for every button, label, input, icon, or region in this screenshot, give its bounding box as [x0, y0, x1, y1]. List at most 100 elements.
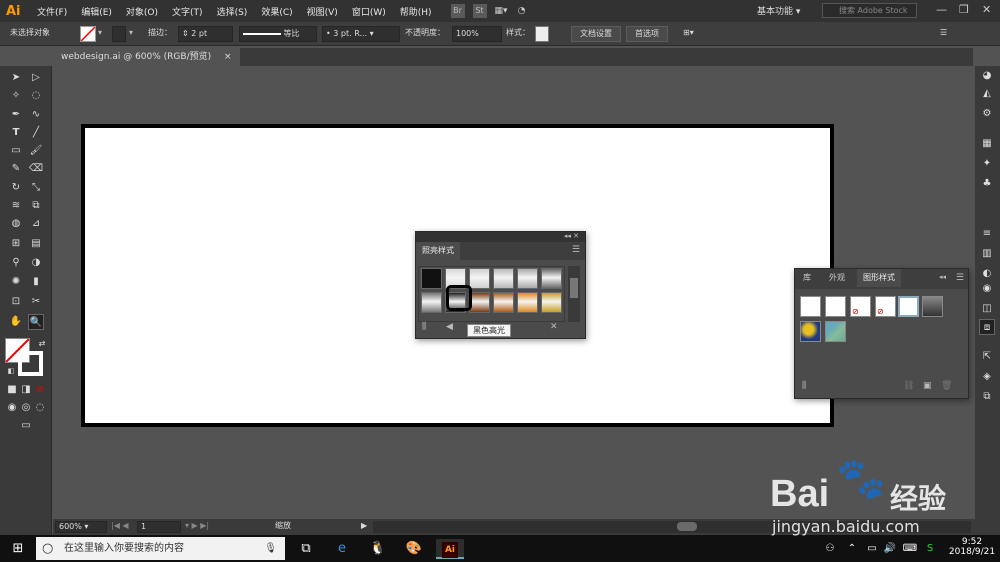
color-guide-icon[interactable]: ◭ — [979, 86, 995, 102]
clock[interactable]: 9:52 2018/9/21 — [948, 537, 996, 557]
pen-tool-icon[interactable]: ✒ — [8, 107, 24, 123]
paint-icon[interactable]: 🎨 — [404, 539, 424, 559]
arrange-documents-icon[interactable]: ▦▾ — [495, 6, 508, 16]
hand-tool-icon[interactable]: ✋ — [8, 314, 24, 330]
windows-start-icon[interactable]: ⊞ — [8, 539, 28, 559]
align-options-icon[interactable]: ⊞▾ — [683, 26, 694, 42]
new-style-icon[interactable]: ▣ — [923, 381, 932, 391]
free-transform-tool-icon[interactable]: ⧉ — [28, 198, 44, 214]
tab-appearance[interactable]: 外观 — [823, 269, 851, 287]
menu-help[interactable]: 帮助(H) — [393, 5, 439, 18]
brushes-icon[interactable]: ✦ — [979, 156, 995, 172]
selection-tool-icon[interactable]: ➤ — [8, 70, 24, 86]
rectangle-tool-icon[interactable]: ▭ — [8, 143, 24, 159]
stroke-color-box[interactable] — [18, 351, 43, 376]
bridge-button[interactable]: Br — [450, 4, 465, 18]
close-icon[interactable]: ✕ — [982, 3, 991, 16]
direct-selection-tool-icon[interactable]: ▷ — [28, 70, 44, 86]
mesh-tool-icon[interactable]: ⊞ — [8, 236, 24, 252]
paintbrush-tool-icon[interactable]: 🖌 — [28, 143, 44, 159]
style-basic[interactable] — [825, 296, 846, 317]
shaper-tool-icon[interactable]: ✎ — [8, 161, 24, 177]
graphic-styles-icon[interactable]: ◫ — [979, 301, 995, 317]
microphone-icon[interactable]: 🎙 — [264, 537, 277, 560]
status-menu-icon[interactable]: ▶ — [361, 521, 367, 533]
stock-button[interactable]: St — [472, 4, 487, 18]
style-dark-gradient[interactable] — [922, 296, 943, 317]
transparency-icon[interactable]: ◐ — [979, 266, 995, 282]
line-tool-icon[interactable]: ╱ — [28, 125, 44, 141]
gradient-tool-icon[interactable]: ▤ — [28, 236, 44, 252]
scale-tool-icon[interactable]: ⤡ — [28, 180, 44, 196]
lighting-style-swatch[interactable] — [469, 292, 490, 313]
lighting-style-swatch[interactable] — [517, 268, 538, 289]
minimize-icon[interactable]: — — [936, 3, 947, 16]
menu-type[interactable]: 文字(T) — [165, 5, 210, 18]
library-menu-icon[interactable]: ⫼ — [422, 322, 426, 332]
magic-wand-tool-icon[interactable]: ✧ — [8, 88, 24, 104]
tab-libraries[interactable]: 库 — [797, 269, 817, 287]
color-panel-icon[interactable]: ◕ — [979, 68, 995, 84]
lasso-tool-icon[interactable]: ◌ — [28, 88, 44, 104]
stroke-panel-icon[interactable]: ≡ — [979, 226, 995, 242]
gradient-panel-icon[interactable]: ▥ — [979, 246, 995, 262]
shape-builder-tool-icon[interactable]: ◍ — [8, 216, 24, 232]
style-no-stroke-1[interactable]: ⊘ — [850, 296, 871, 317]
delete-style-icon[interactable]: 🗑 — [941, 381, 952, 391]
lighting-style-swatch[interactable] — [493, 292, 514, 313]
perspective-grid-tool-icon[interactable]: ⊿ — [28, 216, 44, 232]
document-setup-button[interactable]: 文档设置 — [571, 26, 621, 42]
artboards-icon[interactable]: ⧉ — [979, 389, 995, 405]
lighting-style-swatch[interactable] — [493, 268, 514, 289]
zoom-tool-icon[interactable]: 🔍 — [28, 314, 44, 330]
people-icon[interactable]: ⚇ — [820, 539, 840, 559]
stroke-weight-field[interactable]: ⇕ 2 pt — [178, 26, 233, 42]
menu-effect[interactable]: 效果(C) — [254, 5, 299, 18]
task-view-icon[interactable]: ⧉ — [296, 539, 316, 559]
menu-object[interactable]: 对象(O) — [119, 5, 165, 18]
menu-file[interactable]: 文件(F) — [30, 5, 74, 18]
artboard-tool-icon[interactable]: ⊡ — [8, 294, 24, 310]
symbol-sprayer-tool-icon[interactable]: ✺ — [8, 274, 24, 290]
layers-icon[interactable]: ◈ — [979, 369, 995, 385]
taskbar-search-input[interactable]: ○ 在这里输入你要搜索的内容 🎙 — [36, 537, 285, 560]
draw-inside-icon[interactable]: ◌ — [32, 400, 48, 416]
tab-graphic-styles[interactable]: 图形样式 — [857, 269, 901, 287]
export-icon[interactable]: ⇱ — [979, 349, 995, 365]
collapse-icon[interactable]: ◂◂ — [939, 273, 946, 281]
stroke-swatch[interactable] — [112, 26, 126, 42]
document-tab[interactable]: webdesign.ai @ 600% (RGB/预览) × — [53, 48, 240, 66]
none-mode-icon[interactable]: ⊘ — [32, 382, 48, 398]
default-colors-icon[interactable]: ◧ — [3, 363, 19, 379]
rotate-tool-icon[interactable]: ↻ — [8, 180, 24, 196]
type-tool-icon[interactable]: T — [8, 125, 24, 141]
scrollbar-thumb[interactable] — [677, 522, 697, 531]
workspace-switcher[interactable]: 基本功能 ▾ — [757, 4, 800, 17]
lighting-style-swatch[interactable] — [517, 292, 538, 313]
panel-menu-icon[interactable]: ☰ — [572, 245, 580, 255]
lighting-style-swatch[interactable] — [541, 268, 562, 289]
input-method-icon[interactable]: S — [920, 539, 940, 559]
fill-swatch[interactable] — [80, 26, 96, 42]
artboard-number[interactable]: 1 — [137, 521, 181, 533]
preferences-button[interactable]: 首选项 — [626, 26, 668, 42]
tab-lighting-styles[interactable]: 照亮样式 — [416, 242, 460, 260]
style-teal-pattern[interactable] — [825, 321, 846, 342]
first-artboard-icon[interactable]: |◀ ◀ — [111, 521, 129, 533]
lighting-style-swatch[interactable] — [541, 292, 562, 313]
graphic-styles-library-icon[interactable]: ⫼ — [802, 381, 806, 391]
collapse-close-icon[interactable]: ◂◂ ✕ — [564, 232, 579, 240]
network-icon[interactable]: ▭ — [862, 539, 882, 559]
cc-libraries-icon[interactable]: ⚙ — [979, 106, 995, 122]
column-graph-tool-icon[interactable]: ▮ — [28, 274, 44, 290]
panel-scrollbar[interactable] — [568, 266, 580, 322]
brush-definition[interactable]: • 3 pt. R... ▾ — [322, 26, 400, 42]
lighting-style-swatch[interactable] — [421, 268, 442, 289]
maximize-icon[interactable]: ❐ — [959, 3, 969, 16]
screen-mode-icon[interactable]: ▭ — [18, 418, 34, 434]
gpu-performance-icon[interactable]: ◔ — [518, 6, 526, 16]
symbols-icon[interactable]: ♣ — [979, 176, 995, 192]
previous-library-icon[interactable]: ◀ — [446, 322, 453, 332]
stock-search-input[interactable]: 搜索 Adobe Stock — [822, 3, 917, 18]
break-link-icon[interactable]: ⛓ — [903, 381, 914, 391]
